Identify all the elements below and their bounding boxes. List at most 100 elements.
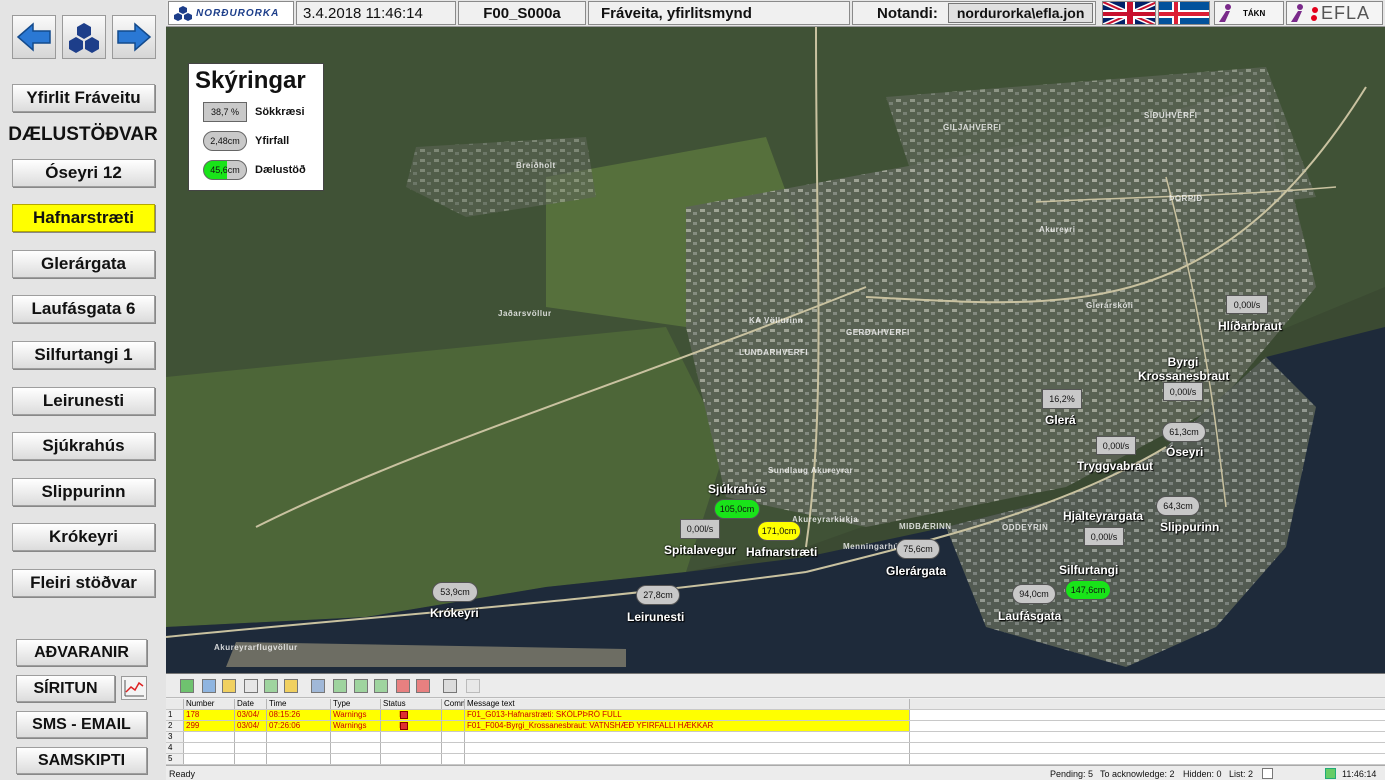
sms-email-button[interactable]: SMS - EMAIL (16, 711, 147, 738)
last-page-icon[interactable] (416, 679, 430, 693)
acknowledge-icon[interactable] (180, 679, 194, 693)
station-label-krossanesbraut: Byrgi Krossanesbraut (1138, 355, 1230, 383)
empty-cell (184, 743, 235, 753)
warnings-button[interactable]: AÐVARANIR (16, 639, 147, 666)
more-stations-button[interactable]: Fleiri stöðvar (12, 569, 155, 597)
trend-chart-button[interactable] (121, 676, 147, 700)
iceland-flag-icon (1159, 2, 1209, 24)
station-button-leirunesti[interactable]: Leirunesti (12, 387, 155, 415)
station-button-silfurtangi[interactable]: Silfurtangi 1 (12, 341, 155, 369)
alarm-comm (442, 721, 465, 731)
help-icon[interactable] (1287, 2, 1309, 24)
station-button-sjukrahus[interactable]: Sjúkrahús (12, 432, 155, 460)
symbols-label: TÁKN (1243, 8, 1266, 18)
place-label: Menningarhús (843, 542, 904, 551)
alarm-row[interactable]: 2 299 03/04/ 07:26:06 Warnings In F01_F0… (166, 721, 1385, 732)
station-value-hjalteyrargata[interactable]: 0,00l/s (1084, 527, 1124, 546)
header-status[interactable]: Status (381, 699, 442, 709)
communications-button[interactable]: SAMSKIPTI (16, 747, 147, 774)
alarm-time: 08:15:26 (267, 710, 331, 720)
overview-button[interactable]: Yfirlit Fráveitu (12, 84, 155, 112)
station-button-hafnarstraeti[interactable]: Hafnarstræti (12, 204, 155, 232)
station-value-silfurtangi[interactable]: 147,6cm (1065, 580, 1111, 600)
icelandic-flag-button[interactable] (1158, 1, 1210, 25)
empty-cell (267, 754, 331, 764)
filter-icon[interactable] (222, 679, 236, 693)
first-page-icon[interactable] (396, 679, 410, 693)
header-time[interactable]: Time (267, 699, 331, 709)
station-button-glerargata[interactable]: Glerárgata (12, 250, 155, 278)
logo-hexagons-icon (174, 6, 192, 21)
legend-label: Yfirfall (255, 135, 290, 147)
move-up-icon[interactable] (354, 679, 368, 693)
empty-cell (465, 743, 910, 753)
empty-cell (235, 732, 267, 742)
alarm-status: In (381, 721, 442, 731)
status-to-acknowledge: To acknowledge: 2 (1100, 769, 1175, 779)
legend-swatch-pill: 2,48cm (203, 131, 247, 151)
legend-row: 45,6cm Dælustöð (203, 159, 306, 181)
place-label: Glerárskóli (1086, 301, 1134, 310)
list-view-icon[interactable] (1262, 768, 1273, 779)
station-value-oseyri[interactable]: 61,3cm (1162, 422, 1206, 442)
symbols-button[interactable]: TÁKN (1214, 1, 1284, 25)
list-icon[interactable] (202, 679, 216, 693)
station-value-hafnarstraeti[interactable]: 171,0cm (757, 521, 801, 541)
english-flag-button[interactable] (1102, 1, 1156, 25)
header-type[interactable]: Type (331, 699, 381, 709)
empty-cell (235, 743, 267, 753)
place-label: Jaðarsvöllur (498, 309, 552, 318)
select-icon[interactable] (244, 679, 258, 693)
station-value-glerargata[interactable]: 75,6cm (896, 539, 940, 559)
station-label-oseyri: Óseyri (1166, 445, 1204, 459)
station-value-tryggvabraut[interactable]: 0,00l/s (1096, 436, 1136, 455)
header-date[interactable]: Date (235, 699, 267, 709)
info-icon (1219, 4, 1231, 22)
station-label-glerargata: Glerárgata (886, 564, 947, 578)
empty-cell (267, 732, 331, 742)
header-comm[interactable]: Comm (442, 699, 465, 709)
alarm-header-row: Number Date Time Type Status Comm Messag… (166, 699, 1385, 710)
station-button-laufasgata[interactable]: Laufásgata 6 (12, 295, 155, 323)
settings-icon[interactable] (443, 679, 457, 693)
screen-id: F00_S000a (458, 1, 586, 25)
station-value-spitalavegur[interactable]: 0,00l/s (680, 519, 720, 539)
header-number[interactable]: Number (184, 699, 235, 709)
alarm-status: In (381, 710, 442, 720)
header-message[interactable]: Message text (465, 699, 910, 709)
station-label-laufasgata: Laufásgata (998, 609, 1062, 623)
place-label: Akureyrarflugvöllur (214, 643, 298, 652)
station-value-krossanesbraut[interactable]: 0,00l/s (1163, 382, 1203, 401)
screen-title: Fráveita, yfirlitsmynd (588, 1, 850, 25)
user-label: Notandi: (877, 4, 938, 22)
sort-icon[interactable] (264, 679, 278, 693)
refresh-icon[interactable] (333, 679, 347, 693)
station-value-slippurinn[interactable]: 64,3cm (1156, 496, 1200, 516)
station-value-leirunesti[interactable]: 27,8cm (636, 585, 680, 605)
station-value-krokeyri[interactable]: 53,9cm (432, 582, 478, 602)
station-label-spitalavegur: Spitalavegur (664, 543, 737, 557)
home-button[interactable] (62, 15, 106, 59)
station-label-sjukrahus: Sjúkrahús (708, 482, 767, 496)
station-value-hlidarbraut[interactable]: 0,00l/s (1226, 295, 1268, 314)
back-button[interactable] (12, 15, 56, 59)
trends-button[interactable]: SÍRITUN (16, 675, 115, 702)
station-value-laufasgata[interactable]: 94,0cm (1012, 584, 1056, 604)
move-down-icon[interactable] (374, 679, 388, 693)
lock-icon[interactable] (466, 679, 480, 693)
print-icon[interactable] (311, 679, 325, 693)
station-value-glera[interactable]: 16,2% (1042, 389, 1082, 409)
place-label: KA Völlurinn (749, 316, 804, 325)
alarm-row[interactable]: 1 178 03/04/ 08:15:26 Warnings In F01_G0… (166, 710, 1385, 721)
satellite-map[interactable]: Breiðholt Jaðarsvöllur KA Völlurinn LUND… (166, 27, 1385, 673)
export-icon[interactable] (284, 679, 298, 693)
station-button-slippurinn[interactable]: Slippurinn (12, 478, 155, 506)
legend-title: Skýringar (195, 67, 306, 94)
forward-button[interactable] (112, 15, 156, 59)
station-label-leirunesti: Leirunesti (627, 610, 685, 624)
station-value-sjukrahus[interactable]: 105,0cm (714, 499, 760, 519)
station-button-oseyri[interactable]: Óseyri 12 (12, 159, 155, 187)
station-button-krokeyri[interactable]: Krókeyri (12, 523, 155, 551)
alarm-bell-icon (400, 711, 408, 719)
empty-cell (184, 754, 235, 764)
